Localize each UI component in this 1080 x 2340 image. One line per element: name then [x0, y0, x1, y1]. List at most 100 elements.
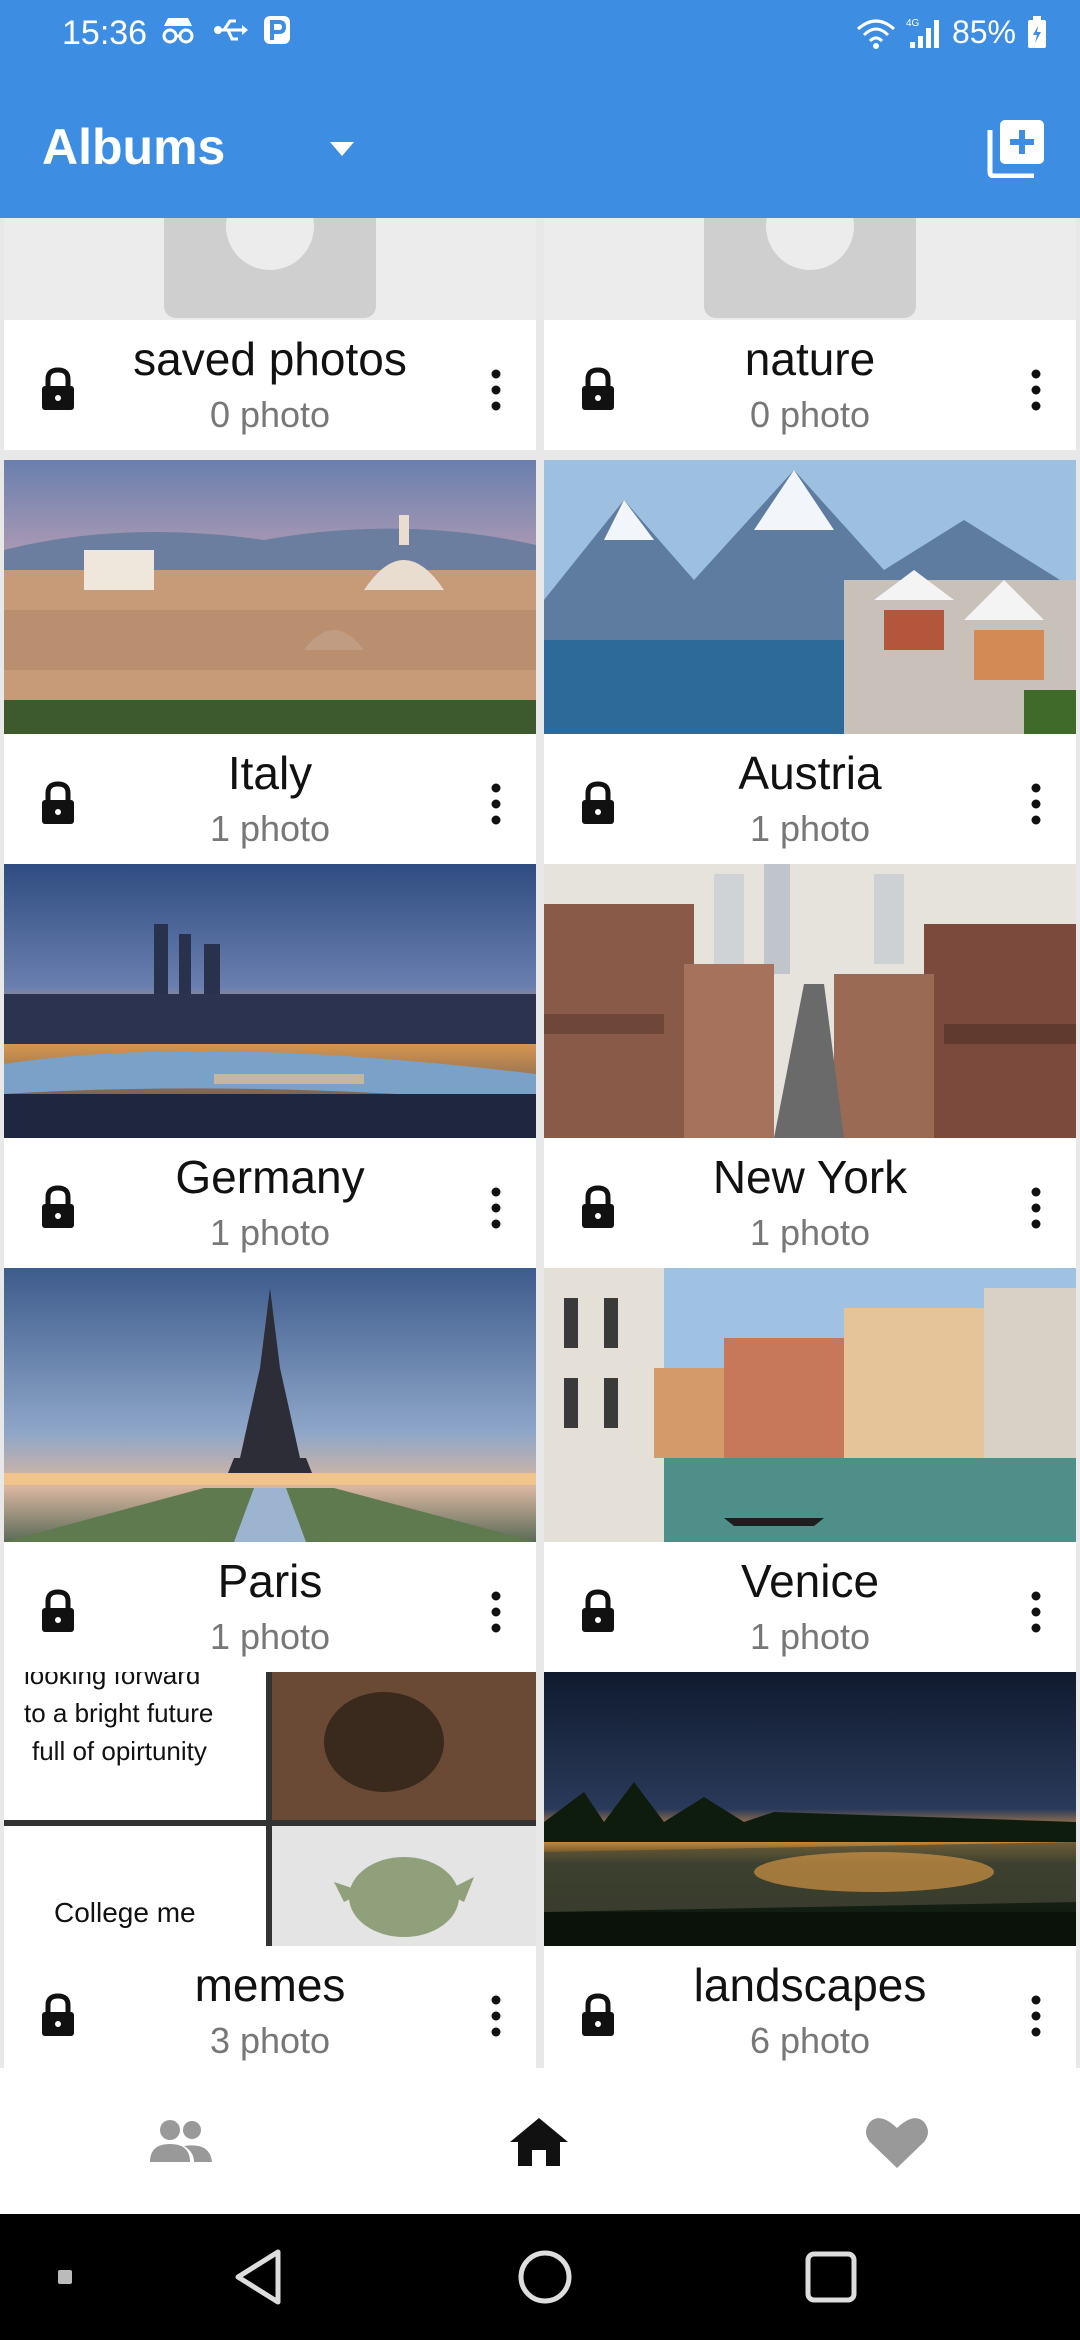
more-vert-icon[interactable] [490, 782, 502, 826]
album-thumbnail [4, 460, 536, 734]
paris-photo [4, 1268, 536, 1542]
album-photo-count: 0 photo [749, 394, 871, 435]
album-thumbnail [4, 864, 536, 1138]
album-photo-count: 1 photo [209, 1212, 331, 1253]
lock-icon[interactable] [36, 780, 80, 826]
wifi-icon [856, 19, 895, 49]
album-card-memes[interactable]: looking forward to a bright future full … [4, 1672, 536, 2068]
people-icon[interactable] [146, 2112, 216, 2172]
lock-icon[interactable] [36, 1992, 80, 2038]
more-vert-icon[interactable] [490, 1994, 502, 2038]
venice-photo [544, 1268, 1076, 1542]
album-thumbnail [544, 1672, 1076, 1946]
status-time: 15:36 [62, 14, 148, 52]
album-card-landscapes[interactable]: landscapes 6 photo [544, 1672, 1076, 2068]
album-photo-count: 1 photo [749, 1616, 871, 1657]
album-card-venice[interactable]: Venice 1 photo [544, 1268, 1076, 1672]
album-thumbnail [4, 218, 536, 324]
album-photo-count: 6 photo [749, 2020, 871, 2061]
album-card-austria[interactable]: Austria 1 photo [544, 460, 1076, 864]
system-navigation-bar [0, 2214, 1080, 2340]
album-name: saved photos [133, 333, 407, 385]
album-name: Austria [738, 747, 882, 799]
meme-caption-line1: looking forward [24, 1672, 200, 1690]
lock-icon[interactable] [576, 1992, 620, 2038]
back-icon[interactable] [224, 2244, 294, 2310]
more-vert-icon[interactable] [1030, 1590, 1042, 1634]
album-card-paris[interactable]: Paris 1 photo [4, 1268, 536, 1672]
album-grid: saved photos 0 photo nature 0 photo Ital… [0, 218, 1080, 2068]
status-icons-left [158, 14, 292, 46]
album-card-nature[interactable]: nature 0 photo [544, 218, 1076, 450]
albums-screen: 15:36 4G 85% Albums saved photos 0 photo… [0, 0, 1080, 2340]
meme-caption-bottom: College me [54, 1897, 196, 1928]
album-thumbnail [4, 1268, 536, 1542]
album-card-new-york[interactable]: New York 1 photo [544, 864, 1076, 1268]
placeholder-camera-icon [544, 218, 1076, 324]
more-vert-icon[interactable] [1030, 1186, 1042, 1230]
usb-icon [214, 19, 248, 41]
album-photo-count: 0 photo [209, 394, 331, 435]
lock-icon[interactable] [36, 366, 80, 412]
album-thumbnail: looking forward to a bright future full … [4, 1672, 536, 1946]
app-bar: Albums [0, 68, 1080, 218]
lock-icon[interactable] [576, 366, 620, 412]
home-icon[interactable] [504, 2112, 574, 2172]
more-vert-icon[interactable] [490, 368, 502, 412]
album-thumbnail [544, 460, 1076, 734]
album-footer: saved photos 0 photo [4, 320, 536, 450]
album-photo-count: 3 photo [209, 2020, 331, 2061]
more-vert-icon[interactable] [490, 1186, 502, 1230]
album-card-italy[interactable]: Italy 1 photo [4, 460, 536, 864]
lock-icon[interactable] [576, 1184, 620, 1230]
parking-icon [264, 16, 290, 44]
recent-dot-icon [58, 2270, 72, 2284]
album-photo-count: 1 photo [209, 1616, 331, 1657]
lock-icon[interactable] [576, 780, 620, 826]
album-photo-count: 1 photo [749, 1212, 871, 1253]
arrow-drop-down-icon[interactable] [322, 134, 362, 164]
lock-icon[interactable] [576, 1588, 620, 1634]
more-vert-icon[interactable] [1030, 368, 1042, 412]
favorite-icon[interactable] [862, 2112, 932, 2172]
germany-photo [4, 864, 536, 1138]
landscapes-photo [544, 1672, 1076, 1946]
battery-percent: 85% [951, 14, 1016, 50]
album-footer: nature 0 photo [544, 320, 1076, 450]
signal-4g-icon: 4G [906, 18, 939, 48]
lock-icon[interactable] [36, 1184, 80, 1230]
svg-text:4G: 4G [906, 18, 920, 29]
meme-caption-line3: full of opirtunity [32, 1736, 207, 1766]
italy-photo [4, 460, 536, 734]
album-footer: Italy 1 photo [4, 734, 536, 864]
album-card-germany[interactable]: Germany 1 photo [4, 864, 536, 1268]
more-vert-icon[interactable] [1030, 1994, 1042, 2038]
album-thumbnail [544, 1268, 1076, 1542]
page-title: Albums [42, 119, 226, 175]
austria-photo [544, 460, 1076, 734]
album-name: Italy [227, 747, 313, 799]
lock-icon[interactable] [36, 1588, 80, 1634]
album-thumbnail [544, 864, 1076, 1138]
album-card-saved-photos[interactable]: saved photos 0 photo [4, 218, 536, 450]
album-footer: New York 1 photo [544, 1138, 1076, 1268]
album-footer: landscapes 6 photo [544, 1946, 1076, 2068]
album-name: Germany [175, 1151, 365, 1203]
album-footer: memes 3 photo [4, 1946, 536, 2068]
more-vert-icon[interactable] [1030, 782, 1042, 826]
album-name: memes [194, 1959, 346, 2011]
home-circle-icon[interactable] [510, 2244, 580, 2310]
add-album-button[interactable] [986, 118, 1046, 178]
album-photo-count: 1 photo [209, 808, 331, 849]
album-footer: Venice 1 photo [544, 1542, 1076, 1672]
placeholder-camera-icon [4, 218, 536, 324]
album-photo-count: 1 photo [749, 808, 871, 849]
album-name: landscapes [693, 1959, 927, 2011]
album-footer: Paris 1 photo [4, 1542, 536, 1672]
more-vert-icon[interactable] [490, 1590, 502, 1634]
status-icons-right: 4G 85% [856, 14, 1048, 51]
top-bar: 15:36 4G 85% Albums [0, 0, 1080, 218]
album-footer: Germany 1 photo [4, 1138, 536, 1268]
memes-photo: looking forward to a bright future full … [4, 1672, 536, 1946]
overview-square-icon[interactable] [796, 2244, 866, 2310]
